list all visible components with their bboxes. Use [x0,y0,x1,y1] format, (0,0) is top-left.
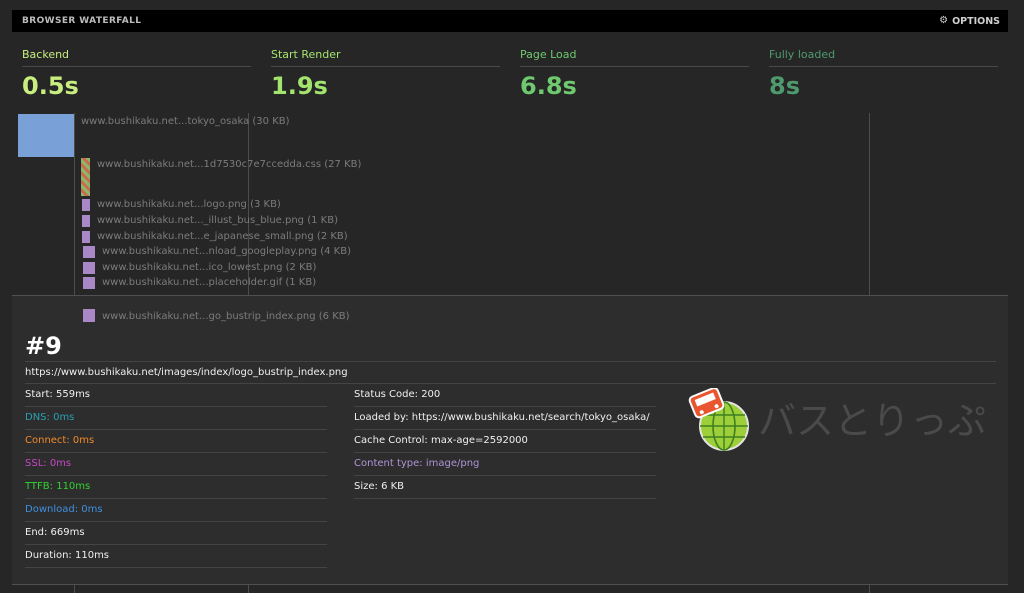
metric-value: 6.8s [520,72,577,100]
metric-start-render: Start Render 1.9s [271,48,500,100]
request-label[interactable]: www.bushikaku.net...placeholder.gif (1 K… [102,277,316,289]
timing-start: Start: 559ms [25,384,327,407]
divider [25,361,996,362]
request-bar[interactable] [83,262,95,274]
start-render-marker-line-lower [248,584,249,593]
globe-bus-icon [688,388,749,451]
backend-marker-line [74,113,75,295]
metric-label: Page Load [520,48,749,67]
request-detail-panel: www.bushikaku.net...go_bustrip_index.png… [12,295,1008,585]
timing-end: End: 669ms [25,522,327,545]
request-index: #9 [25,332,62,360]
image-preview: バスとりっぷ [688,388,986,451]
page-load-marker-line-lower [869,584,870,593]
preview-text: バスとりっぷ [758,399,986,443]
timing-connect: Connect: 0ms [25,430,327,453]
request-bar[interactable] [82,215,90,227]
loaded-by: Loaded by: https://www.bushikaku.net/sea… [354,407,656,430]
status-code: Status Code: 200 [354,384,656,407]
metric-label: Start Render [271,48,500,67]
backend-marker-line-lower [74,584,75,593]
request-label[interactable]: www.bushikaku.net...tokyo_osaka (30 KB) [81,116,290,128]
gear-icon: ⚙ [939,15,949,26]
metric-value: 8s [769,72,800,100]
request-label[interactable]: www.bushikaku.net..._illust_bus_blue.png… [97,215,338,227]
cache-control: Cache Control: max-age=2592000 [354,430,656,453]
timing-ssl: SSL: 0ms [25,453,327,476]
timing-metrics: Backend 0.5s Start Render 1.9s Page Load… [22,48,1000,102]
metric-value: 1.9s [271,72,328,100]
timing-duration: Duration: 110ms [25,545,327,568]
request-label[interactable]: www.bushikaku.net...logo.png (3 KB) [97,199,281,211]
content-type: Content type: image/png [354,453,656,476]
request-label-selected[interactable]: www.bushikaku.net...go_bustrip_index.png… [102,311,350,323]
size: Size: 6 KB [354,476,656,499]
metric-label: Fully loaded [769,48,998,67]
request-url[interactable]: https://www.bushikaku.net/images/index/l… [25,367,348,379]
request-bar[interactable] [83,246,95,258]
request-label[interactable]: www.bushikaku.net...e_japanese_small.png… [97,231,348,243]
timing-ttfb: TTFB: 110ms [25,476,327,499]
request-label[interactable]: www.bushikaku.net...nload_googleplay.png… [102,246,351,258]
waterfall-header: BROWSER WATERFALL ⚙ OPTIONS [12,10,1008,32]
timing-download: Download: 0ms [25,499,327,522]
request-label[interactable]: www.bushikaku.net...1d7530c7e7ccedda.css… [97,159,361,171]
metric-backend: Backend 0.5s [22,48,251,100]
request-bar[interactable] [18,114,74,157]
metric-value: 0.5s [22,72,79,100]
request-bar[interactable] [82,199,90,211]
request-bar-selected[interactable] [83,309,95,322]
metric-fully-loaded: Fully loaded 8s [769,48,998,100]
options-button[interactable]: ⚙ OPTIONS [939,16,1000,27]
page-load-marker-line [869,113,870,295]
request-bar[interactable] [81,158,90,196]
metric-page-load: Page Load 6.8s [520,48,749,100]
metric-label: Backend [22,48,251,67]
request-label[interactable]: www.bushikaku.net...ico_lowest.png (2 KB… [102,262,316,274]
request-bar[interactable] [82,231,90,243]
timing-dns: DNS: 0ms [25,407,327,430]
panel-title: BROWSER WATERFALL [22,16,142,26]
options-label: OPTIONS [952,15,1000,27]
request-bar[interactable] [83,277,95,289]
